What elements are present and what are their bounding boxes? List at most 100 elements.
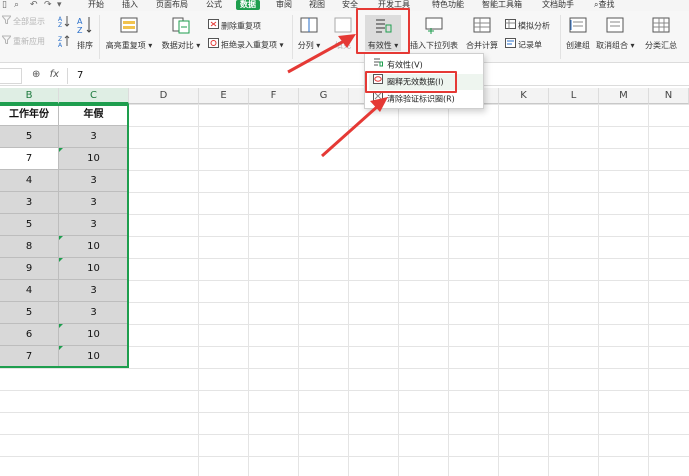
table-cell[interactable]: 8 <box>0 236 59 258</box>
validation-button[interactable]: 有效性 ▾ <box>365 15 401 51</box>
error-indicator-icon <box>59 258 63 262</box>
validation-icon <box>373 57 383 73</box>
grid-line <box>298 104 299 476</box>
subtotal-button[interactable]: 分类汇总 <box>641 16 681 51</box>
print-preview-icon[interactable]: ⌕ <box>14 0 19 10</box>
split-columns-button[interactable]: 分列 ▾ <box>296 16 322 51</box>
ungroup-button[interactable]: 取消组合 ▾ <box>596 16 635 51</box>
menu-developer[interactable]: 开发工具 <box>378 0 410 10</box>
menu-formulas[interactable]: 公式 <box>206 0 222 10</box>
table-cell[interactable]: 10 <box>59 148 129 170</box>
remove-duplicates-button[interactable]: 删除重复项 <box>208 19 261 33</box>
menu-doc-assistant[interactable]: 文档助手 <box>542 0 574 10</box>
reject-duplicates-button[interactable]: 拒绝录入重复项 ▾ <box>208 38 284 52</box>
active-cell[interactable]: 7 <box>0 148 59 170</box>
sort-ascending-button[interactable]: AZ <box>58 15 72 31</box>
table-cell[interactable]: 10 <box>59 236 129 258</box>
header-cell-work-years[interactable]: 工作年份 <box>0 104 59 126</box>
fill-icon <box>330 16 356 36</box>
ribbon-separator <box>560 15 561 59</box>
fill-button[interactable]: 填充 <box>330 16 356 51</box>
menu-security[interactable]: 安全 <box>342 0 358 10</box>
column-header-n[interactable]: N <box>649 88 689 104</box>
sort-button[interactable]: AZ 排序 <box>74 16 96 51</box>
table-cell[interactable]: 3 <box>59 214 129 236</box>
data-compare-button[interactable]: 数据对比 ▾ <box>160 16 202 51</box>
menu-view[interactable]: 视图 <box>309 0 325 10</box>
error-indicator-icon <box>59 346 63 350</box>
svg-text:Z: Z <box>58 22 62 27</box>
grid-line <box>448 104 449 476</box>
table-cell[interactable]: 4 <box>0 280 59 302</box>
table-cell[interactable]: 10 <box>59 346 129 368</box>
redo-icon[interactable]: ↷ <box>44 0 52 10</box>
reapply-button[interactable]: 重新应用 <box>0 35 45 48</box>
clear-circles-icon <box>373 91 383 107</box>
table-cell[interactable]: 3 <box>59 280 129 302</box>
grid-line <box>398 104 399 476</box>
error-indicator-icon <box>59 236 63 240</box>
menu-home[interactable]: 开始 <box>88 0 104 10</box>
table-cell[interactable]: 6 <box>0 324 59 346</box>
column-header-c[interactable]: C <box>59 88 129 104</box>
ungroup-icon <box>596 16 634 36</box>
menu-item-circle-invalid-data[interactable]: 圈释无效数据(I) <box>369 74 483 90</box>
create-group-button[interactable]: 创建组 <box>563 16 593 51</box>
undo-icon[interactable]: ↶ <box>30 0 38 10</box>
fx-icon[interactable]: fx <box>50 69 59 80</box>
table-cell[interactable]: 3 <box>59 192 129 214</box>
table-cell[interactable]: 3 <box>0 192 59 214</box>
consolidate-icon <box>464 16 500 36</box>
more-quick-access-icon[interactable]: ▾ <box>57 0 62 10</box>
table-cell[interactable]: 10 <box>59 258 129 280</box>
table-cell[interactable]: 4 <box>0 170 59 192</box>
ribbon: 全部显示 重新应用 AZ ZA AZ 排序 高亮重复项 ▾ 数据对比 ▾ 删除重… <box>0 11 689 63</box>
reject-duplicates-icon <box>208 38 219 52</box>
grid-line <box>348 104 349 476</box>
column-header-l[interactable]: L <box>549 88 599 104</box>
column-header-m[interactable]: M <box>599 88 649 104</box>
menu-smart-toolbox[interactable]: 智能工具箱 <box>482 0 522 10</box>
menu-item-validation[interactable]: 有效性(V) <box>369 57 483 73</box>
show-all-button[interactable]: 全部显示 <box>0 15 45 28</box>
search-button[interactable]: ⌕查找 <box>594 0 614 10</box>
menu-item-clear-validation-circles[interactable]: 清除验证标识圈(R) <box>369 91 483 107</box>
column-header-b[interactable]: B <box>0 88 59 104</box>
header-cell-annual-leave[interactable]: 年假 <box>59 104 129 126</box>
table-cell[interactable]: 3 <box>59 126 129 148</box>
table-cell[interactable]: 10 <box>59 324 129 346</box>
table-cell[interactable]: 5 <box>0 214 59 236</box>
menu-review[interactable]: 审阅 <box>276 0 292 10</box>
column-header-e[interactable]: E <box>199 88 249 104</box>
filter-icon <box>0 15 13 28</box>
zoom-icon[interactable]: ⊕ <box>32 69 40 80</box>
highlight-duplicates-icon <box>104 16 154 36</box>
column-header-g[interactable]: G <box>299 88 349 104</box>
table-cell[interactable]: 9 <box>0 258 59 280</box>
consolidate-button[interactable]: 合并计算 <box>464 16 500 51</box>
error-indicator-icon <box>59 324 63 328</box>
menu-special[interactable]: 特色功能 <box>432 0 464 10</box>
file-icon[interactable]: ▯ <box>2 0 7 10</box>
menu-page-layout[interactable]: 页面布局 <box>156 0 188 10</box>
table-cell[interactable]: 3 <box>59 302 129 324</box>
column-header-f[interactable]: F <box>249 88 299 104</box>
table-cell[interactable]: 5 <box>0 126 59 148</box>
menu-insert[interactable]: 插入 <box>122 0 138 10</box>
column-header-k[interactable]: K <box>499 88 549 104</box>
column-header-d[interactable]: D <box>129 88 199 104</box>
form-icon <box>505 38 516 52</box>
ribbon-separator <box>292 15 293 59</box>
sort-descending-icon: ZA <box>58 35 70 51</box>
menu-data[interactable]: 数据 <box>236 0 260 10</box>
form-button[interactable]: 记录单 <box>505 38 542 52</box>
table-cell[interactable]: 3 <box>59 170 129 192</box>
split-columns-icon <box>296 16 322 36</box>
table-cell[interactable]: 7 <box>0 346 59 368</box>
insert-dropdown-list-button[interactable]: 插入下拉列表 <box>408 16 460 51</box>
sort-descending-button[interactable]: ZA <box>58 35 72 51</box>
what-if-analysis-button[interactable]: 模拟分析 <box>505 19 550 33</box>
highlight-duplicates-button[interactable]: 高亮重复项 ▾ <box>104 16 154 51</box>
table-cell[interactable]: 5 <box>0 302 59 324</box>
name-box[interactable] <box>0 68 22 84</box>
